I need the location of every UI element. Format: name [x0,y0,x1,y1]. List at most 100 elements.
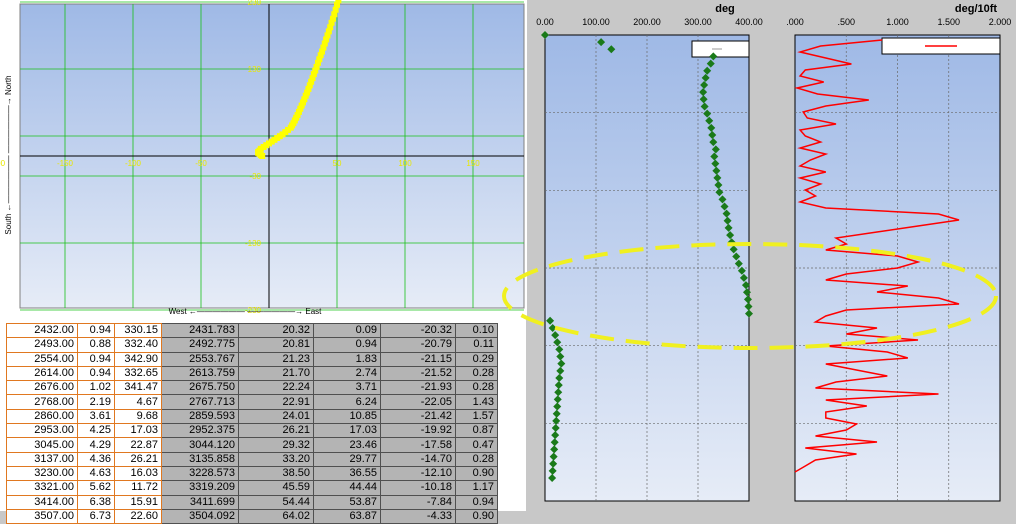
survey-cell: -19.92 [380,423,456,439]
survey-cell: 1.17 [455,480,498,496]
survey-row: 2614.00 0.94 332.65 2613.759 21.70 2.74 -21.52… [6,365,498,382]
survey-cell: 20.81 [238,337,314,353]
survey-cell: 15.91 [114,494,162,510]
survey-row: 3414.00 6.38 15.91 3411.699 54.44 53.87 -7.84 0… [6,494,498,510]
survey-cell: 332.65 [114,365,162,382]
survey-cell: 2.19 [77,394,115,410]
survey-table-panel: 2432.00 0.94 330.15 2431.783 20.32 0.09 -20.32… [0,318,526,524]
track-tick-label: 2.000 [989,17,1012,27]
survey-cell: 0.28 [455,451,498,467]
survey-cell: 26.21 [238,423,314,439]
survey-cell: 3414.00 [6,494,78,510]
plan-x-tick-label: -50 [195,159,207,168]
plan-y-tick-label: 230 [248,0,262,7]
deg-track-title: deg [715,3,735,15]
survey-cell: 0.29 [455,351,498,367]
survey-cell: 1.83 [313,351,381,367]
survey-cell: 0.11 [455,337,498,353]
track-tick-label: .500 [837,17,855,27]
survey-cell: 64.02 [238,508,314,524]
survey-cell: -17.58 [380,437,456,453]
survey-cell: 29.77 [313,451,381,467]
survey-cell: 3507.00 [6,508,78,524]
survey-cell: 29.32 [238,437,314,453]
survey-cell: -10.18 [380,480,456,496]
survey-cell: 0.94 [77,322,115,339]
survey-cell: 22.24 [238,380,314,396]
survey-cell: -14.70 [380,451,456,467]
survey-cell: 1.02 [77,380,115,396]
survey-cell: 6.73 [77,508,115,524]
survey-cell: -12.10 [380,465,456,482]
survey-row: 2860.00 3.61 9.68 2859.593 24.01 10.85 -21.42 1… [6,408,498,425]
survey-cell: 22.87 [114,437,162,453]
survey-cell: 21.23 [238,351,314,367]
survey-cell: 342.90 [114,351,162,367]
survey-cell: 3135.858 [161,451,239,467]
track-tick-label: .000 [786,17,804,27]
survey-cell: -21.15 [380,351,456,367]
survey-cell: 1.43 [455,394,498,410]
plan-y-tick-label: -30 [249,172,261,181]
survey-cell: 3.71 [313,380,381,396]
track-tick-label: 100.00 [582,17,610,27]
dls-track-title: deg/10ft [955,3,998,15]
plan-x-tick-label: 50 [333,159,342,168]
survey-cell: 0.10 [455,322,498,339]
survey-cell: 45.59 [238,480,314,496]
survey-cell: 20.32 [238,322,314,339]
survey-cell: 0.28 [455,380,498,396]
survey-cell: 3137.00 [6,451,78,467]
survey-cell: 4.29 [77,437,115,453]
plan-x-axis-label: West ←—————— ——————→ East [169,307,323,316]
survey-row: 2676.00 1.02 341.47 2675.750 22.24 3.71 -21.93… [6,380,498,396]
plan-x-tick-label: 100 [398,159,412,168]
survey-cell: 2675.750 [161,380,239,396]
survey-cell: 2860.00 [6,408,78,425]
survey-cell: 0.90 [455,465,498,482]
survey-cell: 2553.767 [161,351,239,367]
survey-cell: 4.25 [77,423,115,439]
survey-row: 3045.00 4.29 22.87 3044.120 29.32 23.46 -17.58… [6,437,498,453]
survey-cell: 33.20 [238,451,314,467]
track-tick-label: 200.00 [633,17,661,27]
track-tick-label: 1.500 [937,17,960,27]
survey-cell: -21.52 [380,365,456,382]
survey-cell: 3045.00 [6,437,78,453]
survey-cell: 36.55 [313,465,381,482]
survey-cell: 2953.00 [6,423,78,439]
survey-cell: 2493.00 [6,337,78,353]
survey-cell: 6.38 [77,494,115,510]
survey-cell: 0.47 [455,437,498,453]
survey-cell: 2.74 [313,365,381,382]
survey-cell: 0.94 [77,365,115,382]
survey-cell: -20.32 [380,322,456,339]
survey-row: 2554.00 0.94 342.90 2553.767 21.23 1.83 -21.15… [6,351,498,367]
track-tick-label: 300.00 [684,17,712,27]
survey-cell: 26.21 [114,451,162,467]
survey-cell: 21.70 [238,365,314,382]
survey-cell: 10.85 [313,408,381,425]
log-tracks: deg 0.00 100.00 200.00 300.00 400.00 deg/10f… [527,0,1016,511]
survey-cell: 330.15 [114,322,162,339]
survey-cell: -21.93 [380,380,456,396]
survey-cell: 2492.775 [161,337,239,353]
survey-cell: 22.60 [114,508,162,524]
survey-cell: 3319.209 [161,480,239,496]
survey-cell: -4.33 [380,508,456,524]
survey-cell: 0.94 [77,351,115,367]
plan-x-tick-label: -150 [57,159,74,168]
survey-cell: 54.44 [238,494,314,510]
plan-y-tick-label: -130 [245,239,262,248]
survey-cell: 4.63 [77,465,115,482]
survey-row: 3137.00 4.36 26.21 3135.858 33.20 29.77 -14.70… [6,451,498,467]
survey-cell: 1.57 [455,408,498,425]
survey-cell: 2767.713 [161,394,239,410]
survey-cell: 44.44 [313,480,381,496]
survey-row: 2953.00 4.25 17.03 2952.375 26.21 17.03 -19.92… [6,423,498,439]
survey-cell: 4.36 [77,451,115,467]
plan-view-chart: -200-150-100-5050100150200330230130-30-1… [0,0,527,318]
survey-cell: 2859.593 [161,408,239,425]
survey-cell: 2432.00 [6,322,78,339]
survey-cell: 2613.759 [161,365,239,382]
